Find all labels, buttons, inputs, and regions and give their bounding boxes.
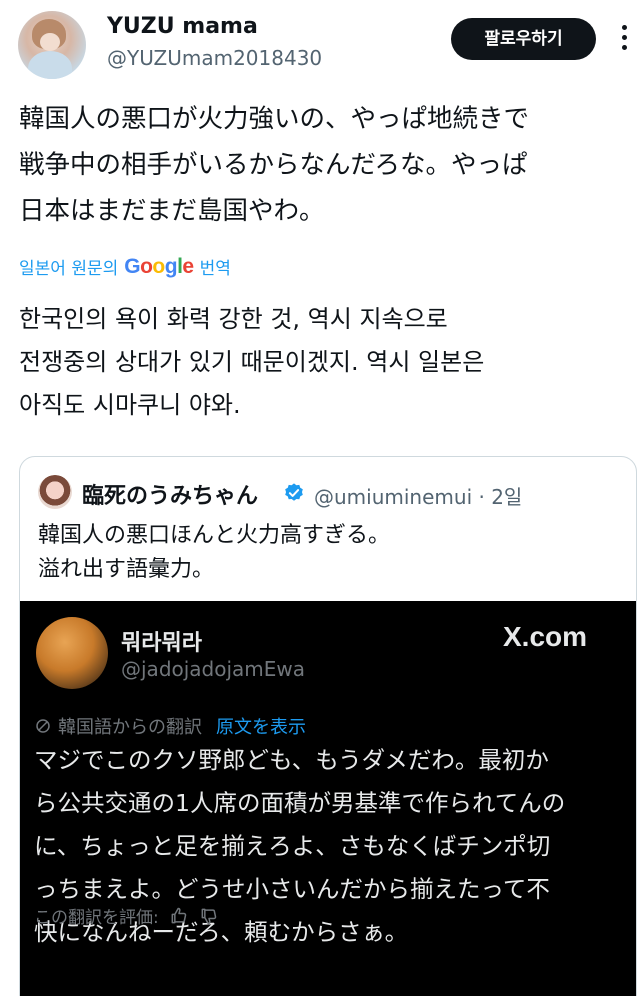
quote-author-avatar <box>38 475 72 509</box>
quote-text-line: 韓国人の悪口ほんと火力高すぎる。 <box>38 523 391 548</box>
author-display-name[interactable]: YUZU mama <box>107 14 258 39</box>
translation-rating: この翻訳を評価: <box>34 903 219 928</box>
tweet-text-line: 日本はまだまだ島国やわ。 <box>19 196 325 226</box>
embedded-body-line: に、ちょっと足を揃えろよ、さもなくばチンポ切 <box>34 832 551 860</box>
follow-button[interactable]: 팔로우하기 <box>451 18 596 60</box>
translated-line: 아직도 시마쿠니 야와. <box>19 391 241 419</box>
avatar-body <box>28 51 72 79</box>
translated-line: 한국인의 욕이 화력 강한 것, 역시 지속으로 <box>19 305 448 333</box>
embedded-body-line: マジでこのクソ野郎ども、もうダメだわ。最初か <box>34 746 549 774</box>
translated-from-label: 韓国語からの翻訳 <box>58 717 202 738</box>
embedded-author-handle: @jadojadojamEwa <box>121 657 306 681</box>
translate-icon <box>36 719 50 733</box>
more-icon[interactable] <box>614 22 634 56</box>
quote-author-handle-time: @umiuminemui · 2일 <box>314 485 523 509</box>
translate-attribution[interactable]: 일본어 원문의 Google 번역 <box>19 254 231 280</box>
tweet-text-line: 韓国人の悪口が火力強いの、やっぱ地続きで <box>19 104 530 134</box>
embedded-body-line: ら公共交通の1人席の面積が男基準で作られてんの <box>34 789 566 817</box>
embedded-avatar <box>36 617 108 689</box>
quote-text-line: 溢れ出す語彙力。 <box>38 557 215 582</box>
x-logo-watermark: X.com <box>503 621 588 652</box>
avatar-face <box>40 33 60 51</box>
thumbs-up-icon[interactable] <box>169 906 189 926</box>
author-avatar[interactable] <box>18 11 86 79</box>
rate-label: この翻訳を評価: <box>34 908 159 928</box>
tweet-header: YUZU mama @YUZUmam2018430 팔로우하기 <box>0 0 640 90</box>
show-original-link[interactable]: 原文を表示 <box>216 713 306 739</box>
quote-text: 韓国人の悪口ほんと火力高すぎる。 溢れ出す語彙力。 <box>38 519 618 587</box>
translated-text: 한국인의 욕이 화력 강한 것, 역시 지속으로 전쟁중의 상대가 있기 때문이… <box>19 298 623 427</box>
quote-tweet-card[interactable]: 臨死のうみちゃん @umiuminemui · 2일 韓国人の悪口ほんと火力高す… <box>19 456 637 996</box>
tweet-text-line: 戦争中の相手がいるからなんだろな。やっぱ <box>19 150 528 180</box>
thumbs-down-icon[interactable] <box>199 906 219 926</box>
embedded-screenshot[interactable]: 뭐라뭐라 @jadojadojamEwa X.com 韓国語からの翻訳 原文を表… <box>20 601 636 996</box>
quote-author-name: 臨死のうみちゃん <box>82 484 259 509</box>
google-logo: Google <box>124 254 194 278</box>
embedded-translation-notice: 韓国語からの翻訳 原文を表示 <box>34 713 306 739</box>
translated-line: 전쟁중의 상대가 있기 때문이겠지. 역시 일본은 <box>19 348 485 376</box>
author-handle[interactable]: @YUZUmam2018430 <box>107 46 322 70</box>
embedded-author-name: 뭐라뭐라 <box>121 631 202 656</box>
tweet-text: 韓国人の悪口が火力強いの、やっぱ地続きで 戦争中の相手がいるからなんだろな。やっ… <box>19 96 623 234</box>
verified-icon <box>285 483 303 501</box>
translate-suffix: 번역 <box>199 259 231 279</box>
translate-prefix: 일본어 원문의 <box>19 259 119 279</box>
